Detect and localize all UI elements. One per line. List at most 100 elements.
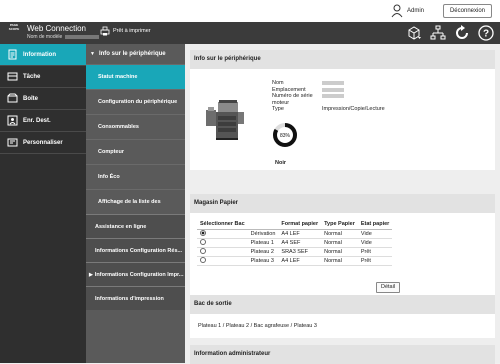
menu-job[interactable]: Tâche: [0, 66, 86, 88]
tray-format: A4 LEF: [278, 256, 322, 266]
svg-text:?: ?: [483, 29, 489, 40]
tray-format: A4 SEF: [278, 238, 322, 248]
kv-key-serial: Numéro de série moteur: [272, 93, 313, 106]
help-icon[interactable]: ?: [478, 25, 494, 41]
refresh-icon[interactable]: [454, 25, 470, 41]
address-icon: [7, 115, 18, 126]
info-icon: [8, 49, 17, 60]
top-strip: Admin Déconnexion: [0, 0, 500, 22]
output-tray-text: Plateau 1 / Plateau 2 / Bac agrafeuse / …: [198, 323, 317, 329]
tray-state: Prêt: [357, 256, 393, 266]
submenu-header[interactable]: ▼ Info sur le périphérique: [86, 44, 185, 64]
user-box: Admin: [391, 3, 424, 19]
menu-address[interactable]: Enr. Dest.: [0, 110, 86, 132]
tray-type: Normal: [321, 256, 358, 266]
output-tray-panel: Bac de sortie Plateau 1 / Plateau 2 / Ba…: [190, 295, 495, 338]
kv-value-type: Impression/Copie/Lecture: [322, 106, 385, 112]
submenu-item-machine-status[interactable]: Statut machine: [86, 64, 185, 89]
submenu-item-list-display[interactable]: Affichage de la liste des: [86, 189, 185, 214]
left-menu: Information Tâche Boîte Enr. Dest. Perso…: [0, 44, 86, 363]
col-header-select: Sélectionner Bac: [197, 220, 248, 230]
toner-gauge: 83%: [273, 123, 297, 147]
paper-tray-table: Sélectionner Bac Format papier Type Papi…: [197, 220, 393, 266]
model-value-redacted: [65, 35, 100, 39]
sub-menu: ▼ Info sur le périphérique Statut machin…: [86, 44, 185, 363]
user-icon: [391, 4, 403, 18]
admin-info-panel: Information administrateur: [190, 345, 495, 364]
menu-label: Personnaliser: [23, 139, 63, 146]
submenu-item-counter[interactable]: Compteur: [86, 139, 185, 164]
printer-status: Prêt à imprimer: [100, 26, 151, 36]
kv-value-redacted: [322, 94, 344, 98]
toner-percent: 83%: [280, 133, 291, 139]
status-text: Prêt à imprimer: [113, 28, 151, 34]
tray-type: Normal: [321, 238, 358, 248]
device-info-panel: Info sur le périphérique Nom Emplacement…: [190, 50, 495, 170]
col-header-bac: [247, 220, 279, 230]
header-bar: PAGE SCOPE Web Connection Nom de modèle …: [0, 22, 500, 44]
menu-information[interactable]: Information: [0, 44, 86, 66]
box-icon: [7, 93, 18, 103]
printer-icon: [100, 26, 110, 36]
main-content: Info sur le périphérique Nom Emplacement…: [185, 44, 500, 364]
logout-button[interactable]: Déconnexion: [442, 4, 492, 18]
device-kv-list: Nom Emplacement Numéro de série moteur T…: [272, 80, 385, 113]
tray-state: Vide: [357, 229, 393, 239]
admin-info-title: Information administrateur: [190, 345, 495, 364]
tray-state: Vide: [357, 238, 393, 248]
tray-format: A4 LEF: [278, 229, 322, 239]
toner-color-label: Noir: [275, 160, 286, 166]
menu-customize[interactable]: Personnaliser: [0, 132, 86, 154]
submenu-online-assistance[interactable]: Assistance en ligne: [86, 214, 185, 238]
device-info-title: Info sur le périphérique: [190, 50, 495, 69]
kv-key-type: Type: [272, 106, 284, 112]
toner-icon[interactable]: [406, 25, 422, 41]
tray-name: Plateau 3: [247, 256, 279, 266]
mfp-device-image: [206, 100, 244, 140]
col-header-type: Type Papier: [321, 220, 358, 230]
submenu-print-info[interactable]: Informations d'impression: [86, 286, 185, 310]
table-row: Plateau 2 SRA3 SEF Normal Prêt: [197, 247, 393, 257]
brand-name: Web Connection: [27, 24, 86, 33]
tray-radio[interactable]: [200, 230, 206, 236]
kv-value-redacted: [322, 81, 344, 85]
paper-tray-title: Magasin Papier: [190, 194, 495, 213]
menu-label: Boîte: [23, 95, 38, 102]
tray-name: Plateau 2: [247, 247, 279, 257]
menu-label: Tâche: [23, 73, 41, 80]
table-row: Dérivation A4 LEF Normal Vide: [197, 229, 393, 239]
tray-state: Prêt: [357, 247, 393, 257]
model-name-line: Nom de modèle: [27, 34, 100, 41]
pagescope-logo: PAGE SCOPE: [8, 23, 20, 31]
submenu-printer-config[interactable]: ▶ Informations Configuration Impr...: [86, 262, 185, 286]
menu-box[interactable]: Boîte: [0, 88, 86, 110]
triangle-right-icon: ▶: [89, 271, 93, 278]
paper-tray-panel: Magasin Papier Sélectionner Bac Format p…: [190, 194, 495, 302]
customize-icon: [7, 138, 18, 147]
job-icon: [7, 72, 18, 81]
tray-name: Dérivation: [247, 229, 279, 239]
detail-button[interactable]: Détail: [376, 282, 401, 293]
user-name: Admin: [406, 8, 424, 14]
table-row: Plateau 3 A4 LEF Normal Prêt: [197, 256, 393, 266]
brand: PAGE SCOPE Web Connection Nom de modèle: [5, 23, 100, 41]
menu-label: Enr. Dest.: [23, 117, 51, 124]
tray-type: Normal: [321, 229, 358, 239]
network-icon[interactable]: [430, 25, 446, 41]
menu-label: Information: [23, 51, 56, 58]
tray-radio[interactable]: [200, 257, 206, 263]
submenu-item-device-config[interactable]: Configuration du périphérique: [86, 89, 185, 114]
col-header-state: Etat papier: [357, 220, 393, 230]
tray-format: SRA3 SEF: [278, 247, 322, 257]
submenu-item-eco-info[interactable]: Info Éco: [86, 164, 185, 189]
submenu-network-config[interactable]: Informations Configuration Rés...: [86, 238, 185, 262]
triangle-down-icon: ▼: [90, 51, 95, 57]
tray-radio[interactable]: [200, 239, 206, 245]
col-header-format: Format papier: [278, 220, 322, 230]
table-row: Plateau 1 A4 SEF Normal Vide: [197, 238, 393, 248]
submenu-item-consumables[interactable]: Consommables: [86, 114, 185, 139]
tray-name: Plateau 1: [247, 238, 279, 248]
tray-type: Normal: [321, 247, 358, 257]
output-tray-title: Bac de sortie: [190, 295, 495, 314]
tray-radio[interactable]: [200, 248, 206, 254]
